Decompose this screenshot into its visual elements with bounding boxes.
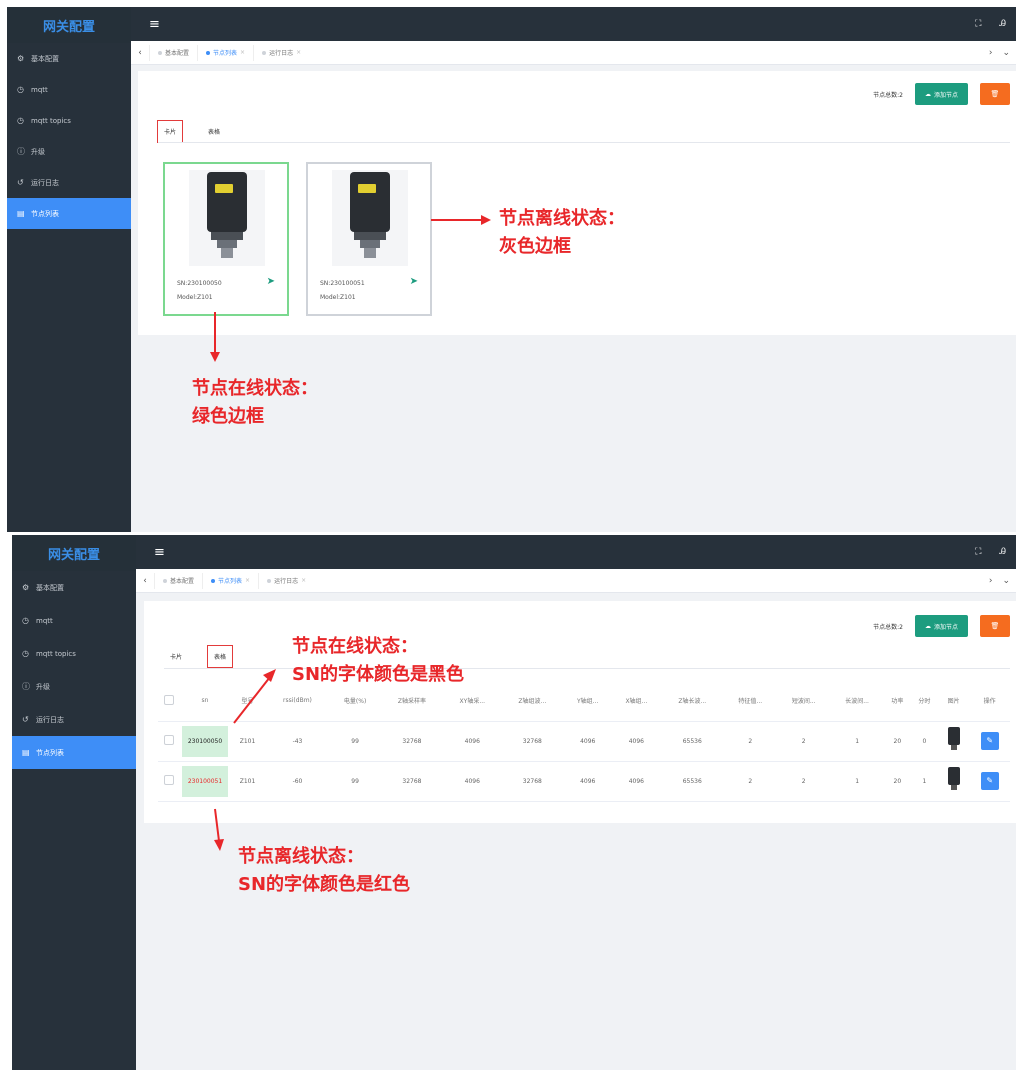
annotation-arrows bbox=[214, 669, 276, 851]
arrow-line bbox=[214, 808, 220, 842]
screenshot-card-view: 网关配置 ⚙ 基本配置 ◷ mqtt ◷ mqtt topics ⓘ 升级 ↺ 运行日志 … bbox=[7, 7, 1016, 532]
annotation-arrows bbox=[210, 215, 491, 362]
arrow-line bbox=[233, 676, 271, 724]
arrowhead bbox=[210, 352, 220, 362]
arrowhead bbox=[214, 839, 224, 851]
screenshot-table-view: 网关配置 ⚙ 基本配置 ◷ mqtt ◷ mqtt topics ⓘ 升级 ↺ 运行日志 … bbox=[12, 535, 1016, 1070]
arrowhead bbox=[263, 669, 276, 682]
arrowhead bbox=[481, 215, 491, 225]
